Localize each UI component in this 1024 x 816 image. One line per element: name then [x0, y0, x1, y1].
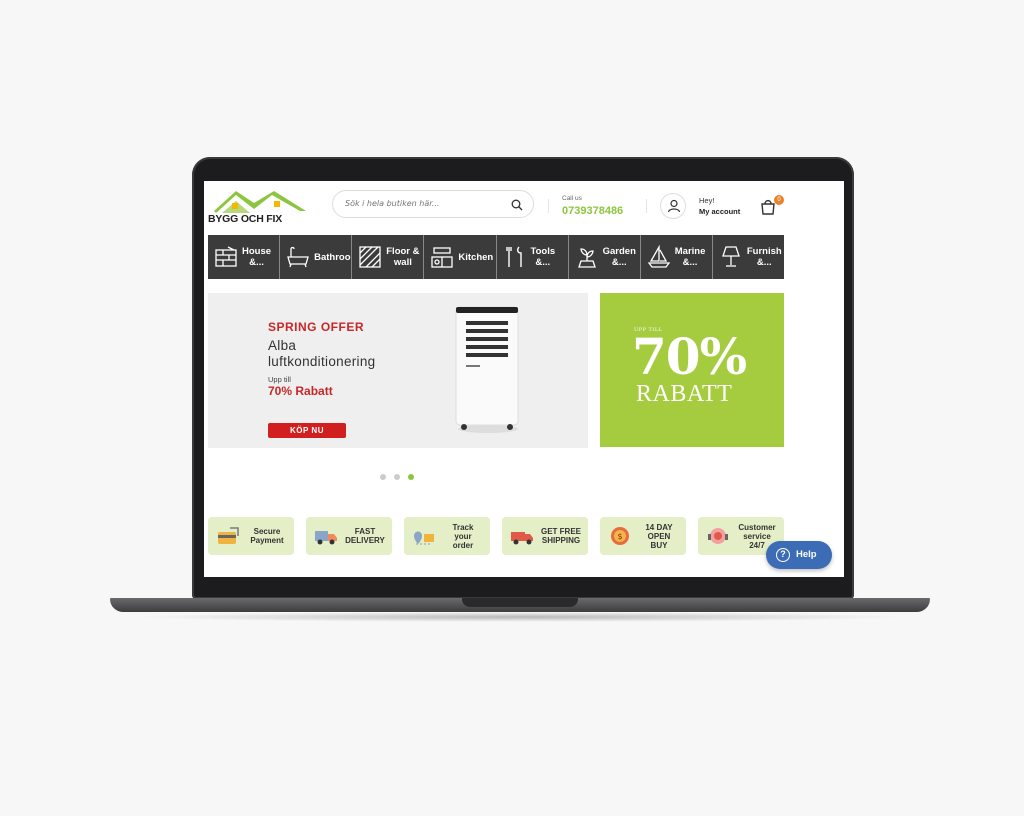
help-button[interactable]: ? Help	[766, 541, 832, 569]
feature-label: Track your order	[452, 522, 474, 550]
header-divider	[548, 199, 549, 213]
my-account-link[interactable]: My account	[699, 207, 740, 216]
svg-text:$: $	[617, 532, 622, 541]
feature-secure-payment: Secure Payment	[208, 517, 294, 555]
nav-item-kitchen[interactable]: Kitchen	[424, 235, 497, 279]
header-divider	[646, 199, 647, 213]
discount-label: 70% Rabatt	[268, 384, 333, 398]
slider-dots	[380, 474, 414, 480]
site-logo[interactable]: BYGG OCH FIX	[208, 189, 316, 227]
search-input[interactable]	[345, 199, 505, 208]
air-conditioner-image	[455, 306, 519, 433]
free-shipping-icon	[511, 532, 533, 545]
feature-label: FAST DELIVERY	[345, 527, 385, 545]
product-name: Alba luftkonditionering	[268, 338, 375, 370]
secure-payment-icon	[218, 527, 239, 544]
nav-item-floor-wall[interactable]: Floor & wall	[352, 235, 425, 279]
sailboat-icon	[647, 245, 671, 268]
nav-item-tools[interactable]: Tools &...	[497, 235, 569, 279]
nav-item-house[interactable]: House &...	[208, 235, 281, 279]
user-icon	[667, 199, 681, 213]
hero-slide[interactable]: SPRING OFFER Alba luftkonditionering Upp…	[208, 293, 588, 448]
kitchen-icon	[431, 247, 454, 268]
bathtub-icon	[287, 246, 309, 268]
nav-label: Floor & wall	[386, 246, 420, 268]
laptop-shadow	[130, 612, 910, 622]
category-nav: House &... Bathroo Floor & wall Kitchen …	[208, 235, 784, 279]
nav-item-bathroom[interactable]: Bathroo	[280, 235, 353, 279]
nav-label: Kitchen	[458, 251, 494, 263]
feature-open-buy: $ 14 DAY OPEN BUY	[600, 517, 686, 555]
feature-label: GET FREE SHIPPING	[540, 527, 581, 545]
feature-track-order: Track your order	[404, 517, 490, 555]
slider-dot[interactable]	[394, 474, 400, 480]
feature-fast-delivery: FAST DELIVERY	[306, 517, 392, 555]
feature-free-shipping: GET FREE SHIPPING	[502, 517, 588, 555]
tools-icon	[505, 246, 522, 267]
slider-dot[interactable]	[380, 474, 386, 480]
promo-banner[interactable]: UPP TILL 70% RABATT	[600, 293, 784, 447]
help-label: Help	[796, 549, 817, 560]
product-name-line: luftkonditionering	[268, 354, 376, 369]
nav-label: Garden &...	[602, 246, 636, 268]
nav-label: Furnish &...	[746, 246, 782, 268]
customer-service-icon	[708, 528, 728, 544]
nav-label: Bathroo	[314, 251, 351, 263]
phone-number[interactable]: 0739378486	[562, 205, 623, 217]
question-icon: ?	[776, 548, 790, 562]
nav-label: House &...	[242, 246, 272, 268]
greeting-text: Hey!	[699, 196, 715, 205]
search-icon[interactable]	[511, 199, 523, 211]
lamp-icon	[721, 246, 740, 267]
promo-word: RABATT	[636, 381, 733, 407]
nav-item-furnish[interactable]: Furnish &...	[713, 235, 784, 279]
delivery-truck-icon	[315, 531, 337, 545]
track-order-icon	[414, 531, 434, 545]
floor-tiles-icon	[359, 246, 381, 268]
search-box[interactable]	[332, 190, 534, 218]
feature-badges: Secure Payment FAST DELIVERY Track your …	[208, 517, 786, 555]
garden-icon	[577, 248, 596, 268]
offer-tag: SPRING OFFER	[268, 320, 365, 334]
feature-label: 14 DAY OPEN BUY	[645, 522, 673, 550]
nav-label: Tools &...	[530, 246, 556, 268]
laptop-notch	[462, 598, 578, 607]
open-buy-icon: $	[611, 527, 629, 545]
cart-count-badge: 0	[774, 195, 784, 205]
brick-wall-icon	[215, 246, 237, 267]
nav-label: Marine &...	[674, 246, 706, 268]
nav-item-marine[interactable]: Marine &...	[641, 235, 713, 279]
account-button[interactable]	[660, 193, 686, 219]
feature-label: Secure Payment	[250, 527, 284, 545]
promo-percent: 70%	[632, 327, 747, 386]
logo-text: BYGG OCH FIX	[208, 213, 283, 225]
upp-till-label: Upp till	[268, 375, 291, 384]
product-name-line: Alba	[268, 338, 297, 353]
buy-now-button[interactable]: KÖP NU	[268, 423, 346, 438]
call-label: Call us	[562, 195, 582, 202]
laptop-screen: BYGG OCH FIX Call us 0739378486 Hey! My …	[204, 181, 844, 577]
nav-item-garden[interactable]: Garden &...	[569, 235, 641, 279]
house-roof-icon	[214, 191, 306, 213]
slider-dot-active[interactable]	[408, 474, 414, 480]
